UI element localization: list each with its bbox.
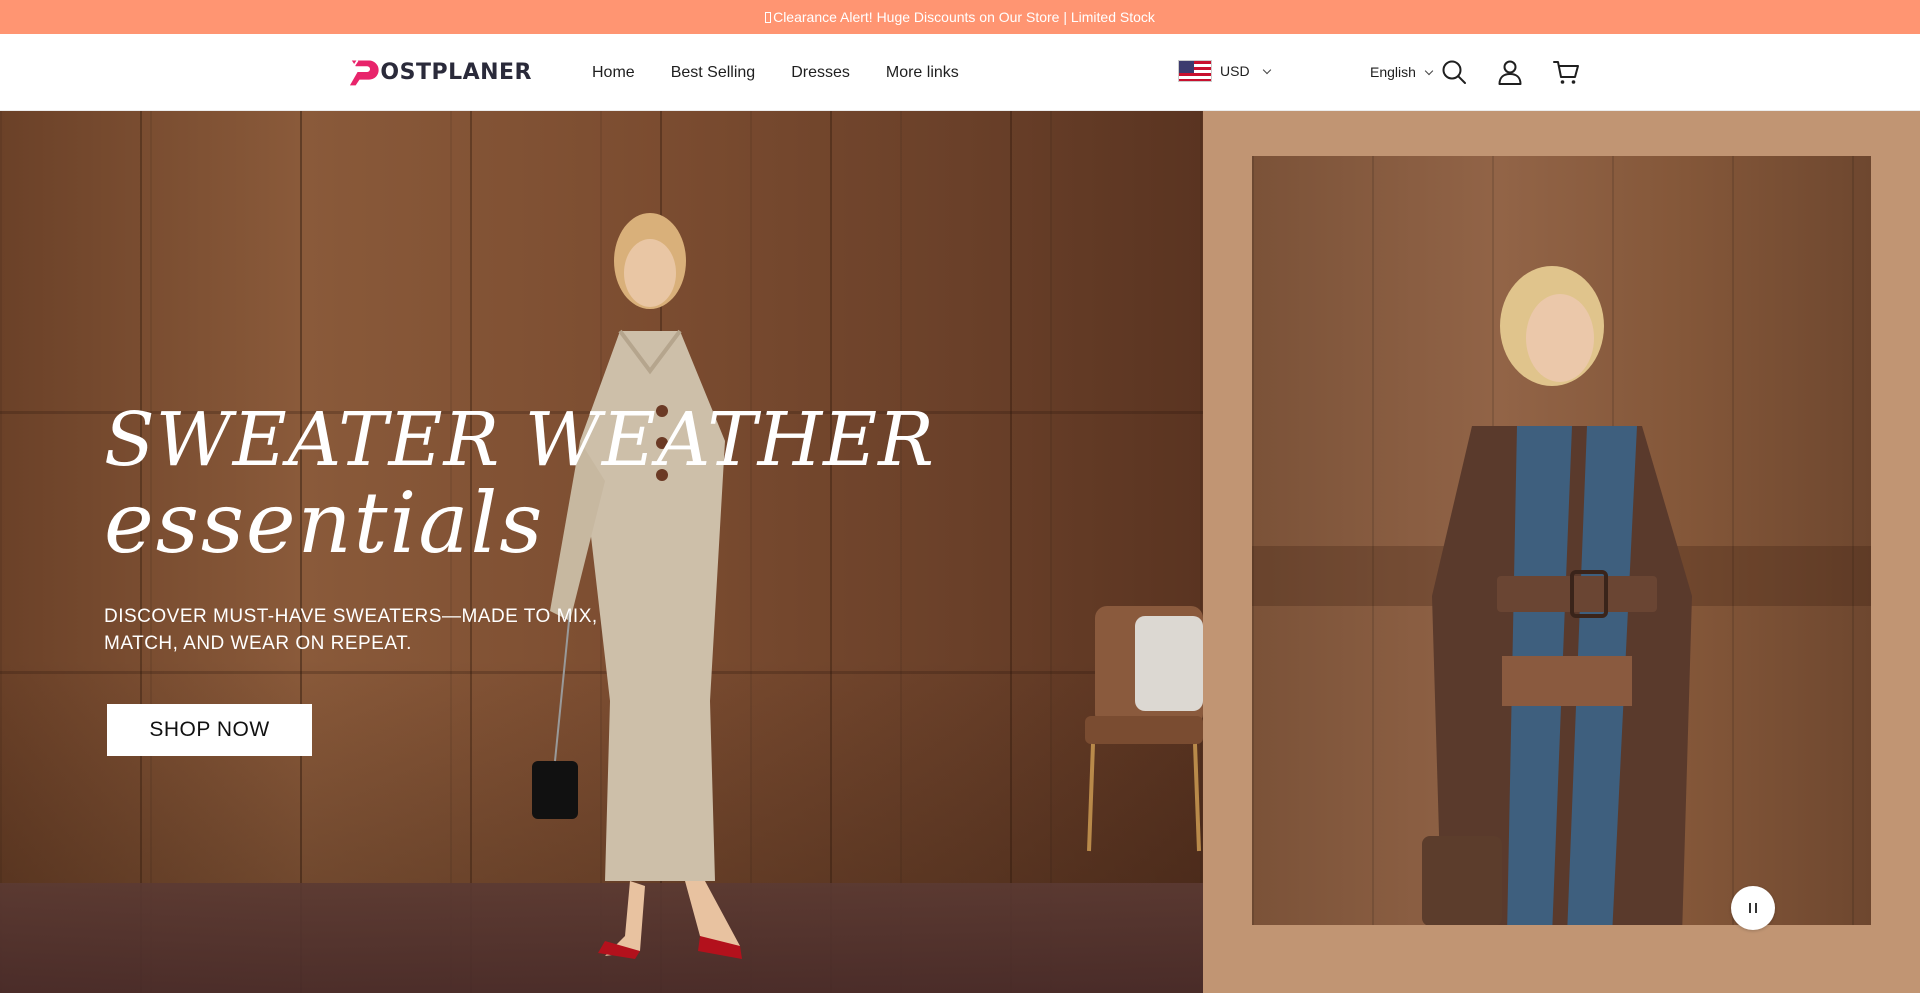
chevron-down-icon (1262, 65, 1271, 74)
currency-code: USD (1220, 63, 1250, 79)
search-button[interactable] (1438, 56, 1470, 88)
hero-title-line1: SWEATER WEATHER (104, 397, 935, 483)
us-flag-icon (1178, 60, 1212, 82)
hero-text-block: SWEATER WEATHER essentials DISCOVER MUST… (104, 401, 935, 657)
hero-banner: SWEATER WEATHER essentials DISCOVER MUST… (0, 111, 1920, 993)
chevron-down-icon (1424, 66, 1434, 75)
nav-best-selling[interactable]: Best Selling (671, 64, 756, 82)
hero-subtitle: DISCOVER MUST-HAVE SWEATERS—MADE TO MIX,… (104, 606, 598, 654)
language-selector[interactable]: English (1370, 64, 1434, 80)
search-icon (1442, 60, 1466, 84)
slideshow-pause-button[interactable] (1731, 886, 1775, 930)
missing-glyph-icon (765, 11, 772, 23)
announcement-bar: Clearance Alert! Huge Discounts on Our S… (0, 0, 1920, 34)
shop-now-button[interactable]: SHOP NOW (107, 704, 312, 756)
main-nav: Home Best Selling Dresses More links (592, 34, 995, 111)
cart-icon (1553, 61, 1579, 84)
pause-icon-bar (1749, 903, 1751, 913)
logo-text: OSTPLANER (380, 59, 532, 85)
nav-more-links[interactable]: More links (886, 64, 959, 82)
logo-p-icon (349, 59, 379, 86)
logo[interactable]: OSTPLANER (348, 56, 532, 88)
pause-icon-bar (1755, 903, 1757, 913)
chair-image (1085, 606, 1203, 852)
site-header: OSTPLANER Home Best Selling Dresses More… (0, 34, 1920, 111)
nav-dresses[interactable]: Dresses (791, 64, 850, 82)
model-striped-coat-image (1422, 266, 1692, 925)
cart-button[interactable] (1550, 56, 1582, 88)
currency-selector[interactable]: USD (1178, 60, 1271, 82)
hero-title-line2: essentials (104, 474, 545, 572)
language-label: English (1370, 64, 1416, 80)
announcement-text: Clearance Alert! Huge Discounts on Our S… (773, 9, 1155, 25)
account-button[interactable] (1494, 56, 1526, 88)
hero-image-right-panel (1203, 111, 1920, 993)
hero-image-right (1252, 156, 1871, 925)
nav-home[interactable]: Home (592, 64, 635, 82)
account-icon (1498, 60, 1522, 85)
